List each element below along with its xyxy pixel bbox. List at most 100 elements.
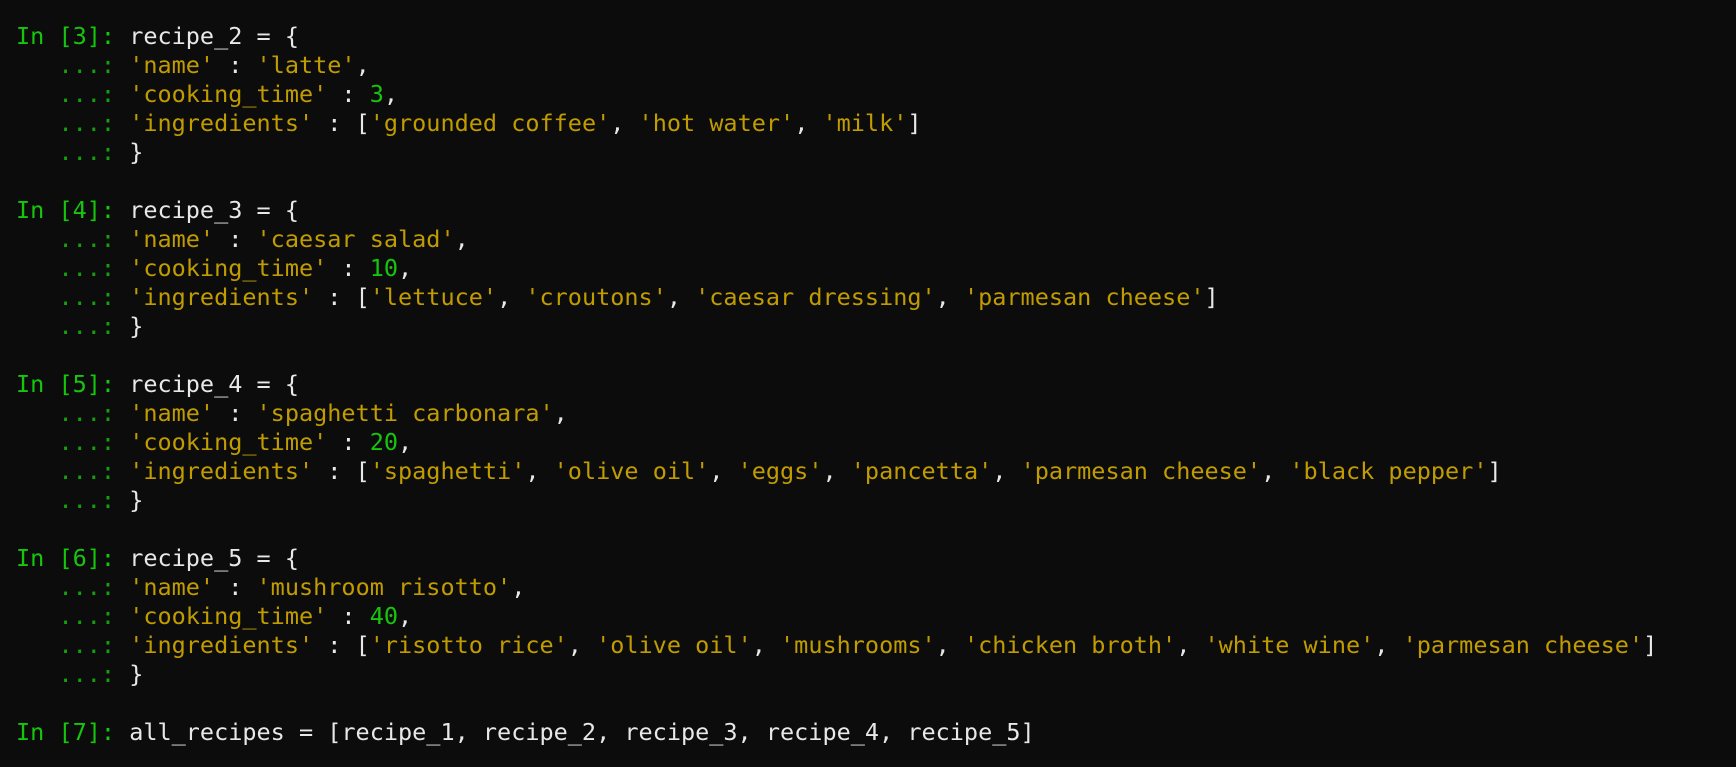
string-literal: 'cooking_time' xyxy=(129,602,328,630)
code-text: , xyxy=(398,428,413,456)
continuation-prompt: ...: xyxy=(16,602,130,630)
code-line: ...: 'name' : 'spaghetti carbonara', xyxy=(16,399,1736,428)
input-prompt: In [7]: xyxy=(16,718,130,746)
code-text: , xyxy=(398,254,413,282)
code-text: recipe_3 = { xyxy=(129,196,299,224)
code-text: , xyxy=(511,573,526,601)
input-prompt: In [6]: xyxy=(16,544,130,572)
string-literal: 'caesar salad' xyxy=(256,225,455,253)
code-text: , xyxy=(1261,457,1290,485)
continuation-prompt: ...: xyxy=(16,80,130,108)
code-text: , xyxy=(1176,631,1205,659)
code-text: : [ xyxy=(313,109,370,137)
code-text: : xyxy=(327,602,370,630)
continuation-prompt: ...: xyxy=(16,138,130,166)
string-literal: 'pancetta' xyxy=(850,457,993,485)
code-text: recipe_5 = { xyxy=(129,544,299,572)
string-literal: 'black pepper' xyxy=(1289,457,1488,485)
terminal-window[interactable]: In [3]: recipe_2 = { ...: 'name' : 'latt… xyxy=(0,0,1736,767)
code-text: : [ xyxy=(313,631,370,659)
code-text: , xyxy=(709,457,738,485)
code-text: : xyxy=(327,80,370,108)
code-line: ...: 'ingredients' : ['spaghetti', 'oliv… xyxy=(16,457,1736,486)
code-text: , xyxy=(992,457,1021,485)
string-literal: 'ingredients' xyxy=(129,457,314,485)
string-literal: 'milk' xyxy=(822,109,908,137)
code-text: , xyxy=(567,631,597,659)
continuation-prompt: ...: xyxy=(16,225,130,253)
code-line: ...: 'ingredients' : ['lettuce', 'crouto… xyxy=(16,283,1736,312)
code-text: , xyxy=(553,399,568,427)
string-literal: 'caesar dressing' xyxy=(695,283,936,311)
code-text: } xyxy=(129,486,144,514)
continuation-prompt: ...: xyxy=(16,428,130,456)
code-line: ...: 'cooking_time' : 20, xyxy=(16,428,1736,457)
code-line: ...: 'cooking_time' : 3, xyxy=(16,80,1736,109)
code-line: ...: 'name' : 'mushroom risotto', xyxy=(16,573,1736,602)
string-literal: 'spaghetti' xyxy=(369,457,526,485)
continuation-prompt: ...: xyxy=(16,399,130,427)
string-literal: 'olive oil' xyxy=(553,457,710,485)
code-line: ...: 'name' : 'caesar salad', xyxy=(16,225,1736,254)
string-literal: 'parmesan cheese' xyxy=(1402,631,1644,659)
continuation-prompt: ...: xyxy=(16,486,130,514)
code-text: , xyxy=(383,80,399,108)
string-literal: 'ingredients' xyxy=(129,631,314,659)
code-text: recipe_4 = { xyxy=(129,370,299,398)
continuation-prompt: ...: xyxy=(16,312,130,340)
code-text: } xyxy=(129,138,144,166)
string-literal: 'chicken broth' xyxy=(963,631,1177,659)
string-literal: 'white wine' xyxy=(1204,631,1375,659)
number-literal: 40 xyxy=(369,602,399,630)
code-text: , xyxy=(794,109,823,137)
number-literal: 10 xyxy=(369,254,399,282)
code-line: In [5]: recipe_4 = { xyxy=(16,370,1736,399)
code-text: : xyxy=(327,428,370,456)
string-literal: 'cooking_time' xyxy=(129,254,328,282)
string-literal: 'spaghetti carbonara' xyxy=(256,399,554,427)
code-line: In [7]: all_recipes = [recipe_1, recipe_… xyxy=(16,718,1736,747)
string-literal: 'ingredients' xyxy=(129,283,314,311)
code-text: , xyxy=(610,109,639,137)
code-text: , xyxy=(525,457,554,485)
continuation-prompt: ...: xyxy=(16,631,130,659)
code-text: : xyxy=(214,573,257,601)
code-text: , xyxy=(355,51,370,79)
string-literal: 'risotto rice' xyxy=(369,631,568,659)
string-literal: 'mushrooms' xyxy=(780,631,936,659)
code-text: } xyxy=(129,312,144,340)
continuation-prompt: ...: xyxy=(16,660,130,688)
code-text: , xyxy=(935,283,964,311)
input-prompt: In [4]: xyxy=(16,196,130,224)
number-literal: 3 xyxy=(369,80,384,108)
code-text: ] xyxy=(907,109,922,137)
code-text: : xyxy=(214,399,257,427)
code-text: , xyxy=(751,631,781,659)
code-text: : [ xyxy=(313,283,370,311)
code-line: ...: } xyxy=(16,660,1736,689)
string-literal: 'name' xyxy=(129,399,215,427)
code-text: : [ xyxy=(313,457,370,485)
code-line: ...: } xyxy=(16,486,1736,515)
code-text: : xyxy=(327,254,370,282)
string-literal: 'parmesan cheese' xyxy=(1020,457,1262,485)
code-line: In [4]: recipe_3 = { xyxy=(16,196,1736,225)
string-literal: 'hot water' xyxy=(638,109,795,137)
code-text: recipe_2 = { xyxy=(129,22,299,50)
string-literal: 'lettuce' xyxy=(369,283,498,311)
code-line: ...: 'name' : 'latte', xyxy=(16,51,1736,80)
code-line: ...: } xyxy=(16,138,1736,167)
string-literal: 'name' xyxy=(129,51,215,79)
code-text: ] xyxy=(1204,283,1219,311)
code-line: ...: 'cooking_time' : 10, xyxy=(16,254,1736,283)
code-line: In [3]: recipe_2 = { xyxy=(16,22,1736,51)
code-text: : xyxy=(214,225,257,253)
string-literal: 'ingredients' xyxy=(129,109,314,137)
code-text: , xyxy=(1374,631,1403,659)
code-text: , xyxy=(398,602,413,630)
code-text: all_recipes = [recipe_1, recipe_2, recip… xyxy=(129,718,1035,746)
